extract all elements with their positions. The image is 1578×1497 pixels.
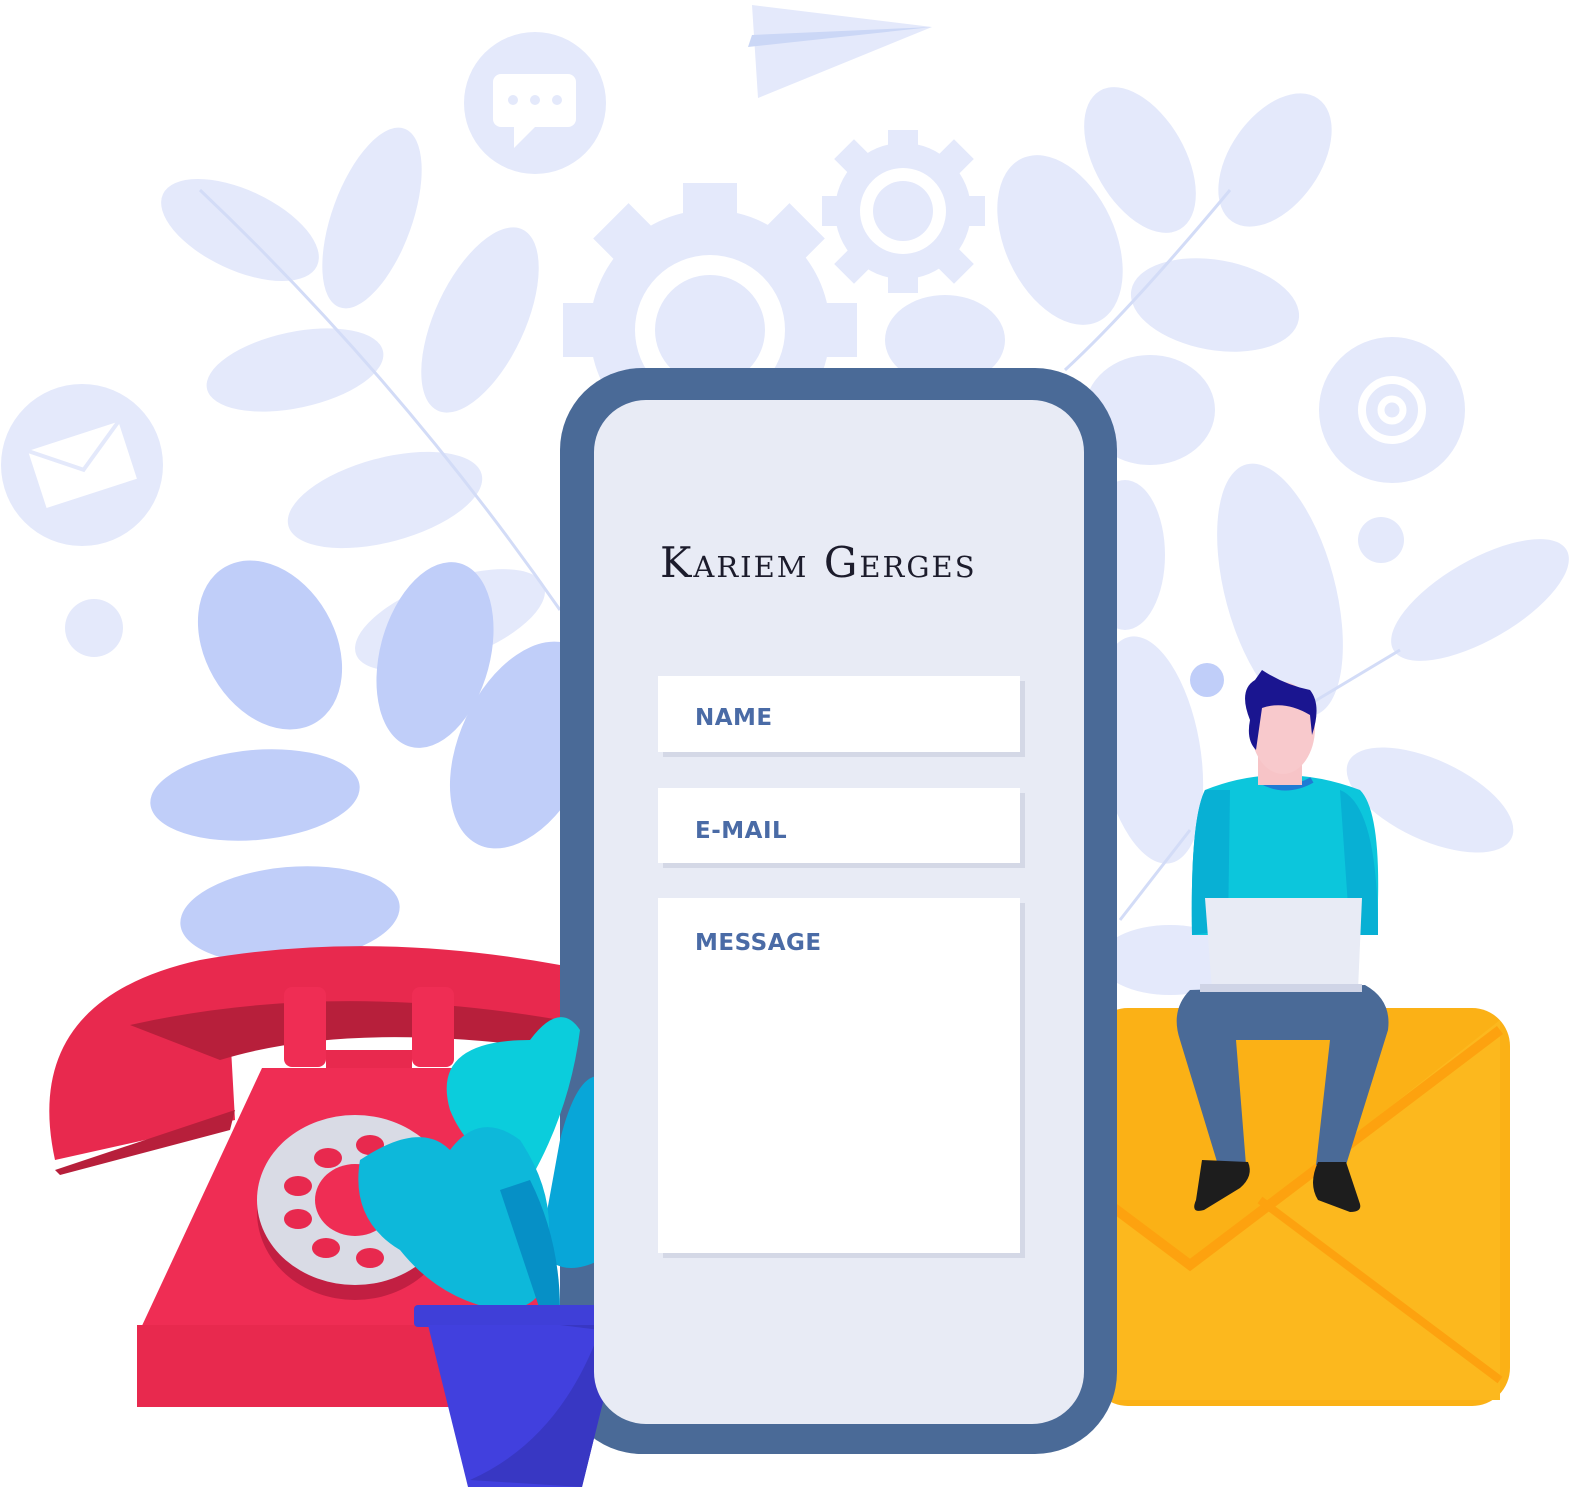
leaf-icon	[1391, 539, 1569, 661]
leaf-icon	[206, 328, 384, 412]
leaf-icon	[1130, 258, 1300, 352]
message-field-label: MESSAGE	[695, 930, 822, 956]
at-sign-icon	[1319, 337, 1465, 483]
leaf-icon	[287, 451, 483, 549]
email-field[interactable]: E-MAIL	[658, 788, 1020, 863]
leaf-icon	[421, 227, 539, 413]
gear-icon	[822, 130, 985, 293]
leaf-icon	[1218, 93, 1332, 227]
paper-plane-icon	[748, 5, 932, 98]
brand-name: Kariem Gerges	[660, 538, 977, 587]
contact-illustration: Kariem Gerges NAME E-MAIL MESSAGE	[0, 0, 1578, 1497]
plant-leaves	[150, 560, 601, 964]
chat-bubble-icon	[464, 32, 606, 174]
envelope-icon	[1, 384, 163, 546]
name-field[interactable]: NAME	[658, 676, 1020, 752]
message-field[interactable]: MESSAGE	[658, 898, 1020, 1253]
name-field-label: NAME	[695, 705, 773, 731]
leaf-icon	[322, 127, 422, 309]
email-field-label: E-MAIL	[695, 818, 788, 844]
envelope-icon	[1090, 1008, 1510, 1406]
